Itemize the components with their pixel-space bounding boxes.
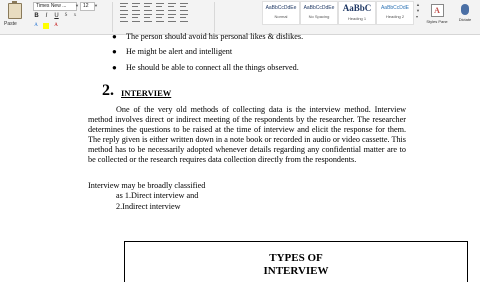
paragraph-text: One of the very old methods of collectin… <box>88 105 406 165</box>
font-color-icon[interactable]: A <box>53 23 59 29</box>
sort-icon[interactable] <box>180 3 188 11</box>
bullets-icon[interactable] <box>120 3 128 11</box>
styles-pane-label: Styles Pane <box>426 19 448 24</box>
bullet-icon: ● <box>112 63 117 72</box>
strikethrough-icon[interactable]: S <box>63 13 69 19</box>
align-left-icon[interactable] <box>120 14 128 22</box>
document-page[interactable]: ● The person should avoid his personal l… <box>0 32 480 282</box>
bullet-text: He should be able to connect all the thi… <box>126 63 299 72</box>
ribbon-toolbar: Paste Times New ... ▼ 12 ▼ B I U S x A A… <box>0 0 480 35</box>
box-title: TYPES OF INTERVIEW <box>125 252 467 278</box>
paste-label: Paste <box>4 21 17 27</box>
align-right-icon[interactable] <box>144 14 152 22</box>
paste-button[interactable]: Paste <box>2 0 28 34</box>
styles-gallery-scroll[interactable]: ▲ ▼ ▾ <box>416 2 420 22</box>
type-direct: as 1.Direct interview and <box>116 191 199 200</box>
style-name: Heading 1 <box>347 16 367 21</box>
line-spacing-icon[interactable] <box>168 14 176 22</box>
list-item: ● The person should avoid his personal l… <box>112 32 304 41</box>
increase-indent-icon[interactable] <box>168 3 176 11</box>
subscript-icon[interactable]: x <box>72 13 78 19</box>
chevron-down-icon[interactable]: ▼ <box>94 3 98 8</box>
style-heading-2[interactable]: AaBbCcDdE Heading 2 <box>376 1 414 25</box>
dictate-label: Dictate <box>458 17 472 22</box>
align-center-icon[interactable] <box>132 14 140 22</box>
ribbon-divider <box>112 2 113 32</box>
font-size-select[interactable]: 12 <box>80 2 95 11</box>
type-indirect: 2.Indirect interview <box>116 202 181 211</box>
decrease-indent-icon[interactable] <box>156 3 164 11</box>
section-number: 2. <box>102 82 114 99</box>
styles-pane-icon: A <box>430 4 444 17</box>
style-name: No Spacing <box>308 14 330 19</box>
body-paragraph: One of the very old methods of collectin… <box>88 105 406 166</box>
justify-icon[interactable] <box>156 14 164 22</box>
style-sample: AaBbCcDdE <box>380 5 410 11</box>
chevron-down-icon[interactable]: ▼ <box>75 3 79 8</box>
section-title: INTERVIEW <box>121 88 172 98</box>
style-no-spacing[interactable]: AaBbCcDdEe No Spacing <box>300 1 338 25</box>
style-name: Normal <box>274 14 288 19</box>
list-item: ● He might be alert and intelligent <box>112 47 233 56</box>
bullet-text: He might be alert and intelligent <box>126 47 233 56</box>
italic-button[interactable]: I <box>43 13 50 20</box>
style-sample: AaBbCcDdEe <box>265 5 297 11</box>
highlight-icon[interactable] <box>43 23 49 29</box>
types-of-interview-box: TYPES OF INTERVIEW <box>124 241 468 282</box>
microphone-icon <box>461 4 469 15</box>
paragraph-group <box>120 3 188 22</box>
dictate-button[interactable]: Dictate <box>452 1 478 31</box>
underline-button[interactable]: U <box>53 13 60 20</box>
text-effects-icon[interactable]: A <box>33 23 39 29</box>
styles-pane-button[interactable]: A Styles Pane <box>424 1 450 31</box>
clipboard-icon <box>8 1 22 19</box>
bold-button[interactable]: B <box>33 13 40 20</box>
style-name: Heading 2 <box>385 14 405 19</box>
numbering-icon[interactable] <box>132 3 140 11</box>
classified-line: Interview may be broadly classified <box>88 181 206 190</box>
style-sample: AaBbCcDdEe <box>303 5 335 11</box>
ribbon-divider <box>214 2 215 32</box>
multilevel-list-icon[interactable] <box>144 3 152 11</box>
style-heading-1[interactable]: AaBbC Heading 1 <box>338 1 376 25</box>
bullet-icon: ● <box>112 47 117 56</box>
style-sample: AaBbC <box>342 3 372 13</box>
box-title-line-2: INTERVIEW <box>263 265 329 277</box>
list-item: ● He should be able to connect all the t… <box>112 63 299 72</box>
shading-icon[interactable] <box>180 14 188 22</box>
box-title-line-1: TYPES OF <box>269 252 323 264</box>
font-family-select[interactable]: Times New ... <box>33 2 77 11</box>
bullet-icon: ● <box>112 32 117 41</box>
style-normal[interactable]: AaBbCcDdEe Normal <box>262 1 300 25</box>
bullet-text: The person should avoid his personal lik… <box>126 32 304 41</box>
